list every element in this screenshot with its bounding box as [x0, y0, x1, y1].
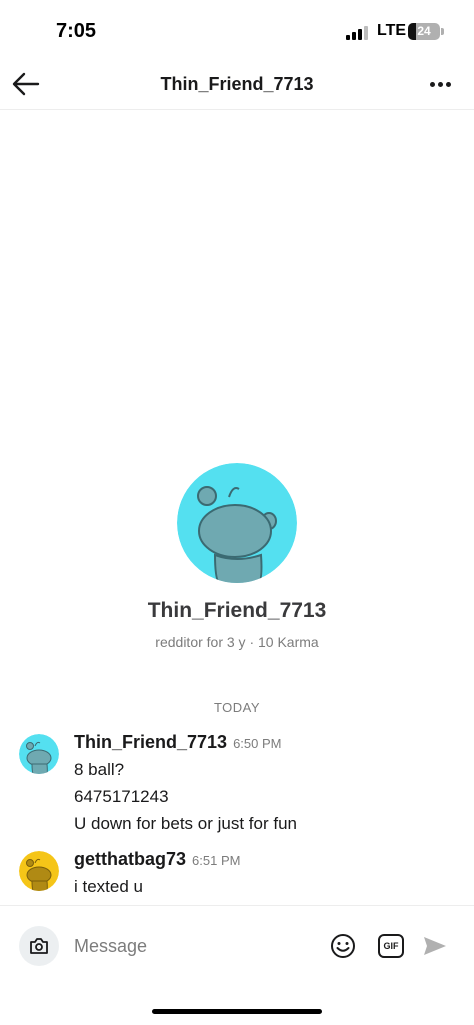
battery-level: 24	[417, 24, 431, 38]
status-time: 7:05	[56, 20, 97, 42]
message-author[interactable]: Thin_Friend_7713	[74, 732, 227, 753]
message-input[interactable]	[74, 932, 314, 960]
message-body: Thin_Friend_7713 6:50 PM 8 ball? 6475171…	[74, 732, 464, 839]
status-bar: 7:05 LTE 24	[0, 0, 474, 62]
gif-button[interactable]: GIF	[378, 934, 404, 958]
date-divider: TODAY	[213, 700, 261, 715]
emoji-button[interactable]	[329, 932, 357, 960]
message-text[interactable]: 6475171243	[74, 785, 464, 812]
message-header: Thin_Friend_7713 6:50 PM	[74, 732, 464, 758]
network-label: LTE	[377, 22, 407, 39]
profile-username[interactable]: Thin_Friend_7713	[0, 599, 474, 623]
camera-icon	[30, 938, 48, 954]
home-indicator	[152, 1009, 322, 1014]
signal-icon	[346, 26, 370, 40]
message-text: i texted u	[74, 877, 143, 896]
message-body: getthatbag73 6:51 PM i texted u	[74, 849, 464, 902]
snoo-avatar-icon	[19, 851, 59, 891]
chat-header: Thin_Friend_7713	[0, 62, 474, 110]
more-options-button[interactable]	[424, 68, 456, 100]
more-horizontal-icon	[429, 81, 435, 87]
battery-tip	[441, 28, 444, 35]
snoo-avatar-icon	[19, 734, 59, 774]
profile-meta: redditor for 3 y · 10 Karma	[155, 634, 319, 650]
message-composer: GIF	[0, 905, 474, 985]
message-header: getthatbag73 6:51 PM	[74, 849, 464, 875]
battery-icon: 24	[408, 23, 440, 40]
message-text: U down for bets or just for fun	[74, 814, 297, 833]
message-text: 8 ball?	[74, 760, 125, 779]
message-author[interactable]: getthatbag73	[74, 849, 186, 870]
camera-button[interactable]	[19, 926, 59, 966]
smiley-icon	[331, 934, 355, 958]
profile-avatar[interactable]	[177, 463, 297, 583]
send-icon	[424, 937, 446, 955]
avatar[interactable]	[19, 851, 59, 891]
message-time: 6:50 PM	[233, 736, 282, 751]
avatar[interactable]	[19, 734, 59, 774]
snoo-avatar-icon	[177, 463, 297, 583]
send-button[interactable]	[422, 934, 448, 958]
header-title: Thin_Friend_7713	[160, 74, 314, 94]
message-time: 6:51 PM	[192, 853, 241, 868]
